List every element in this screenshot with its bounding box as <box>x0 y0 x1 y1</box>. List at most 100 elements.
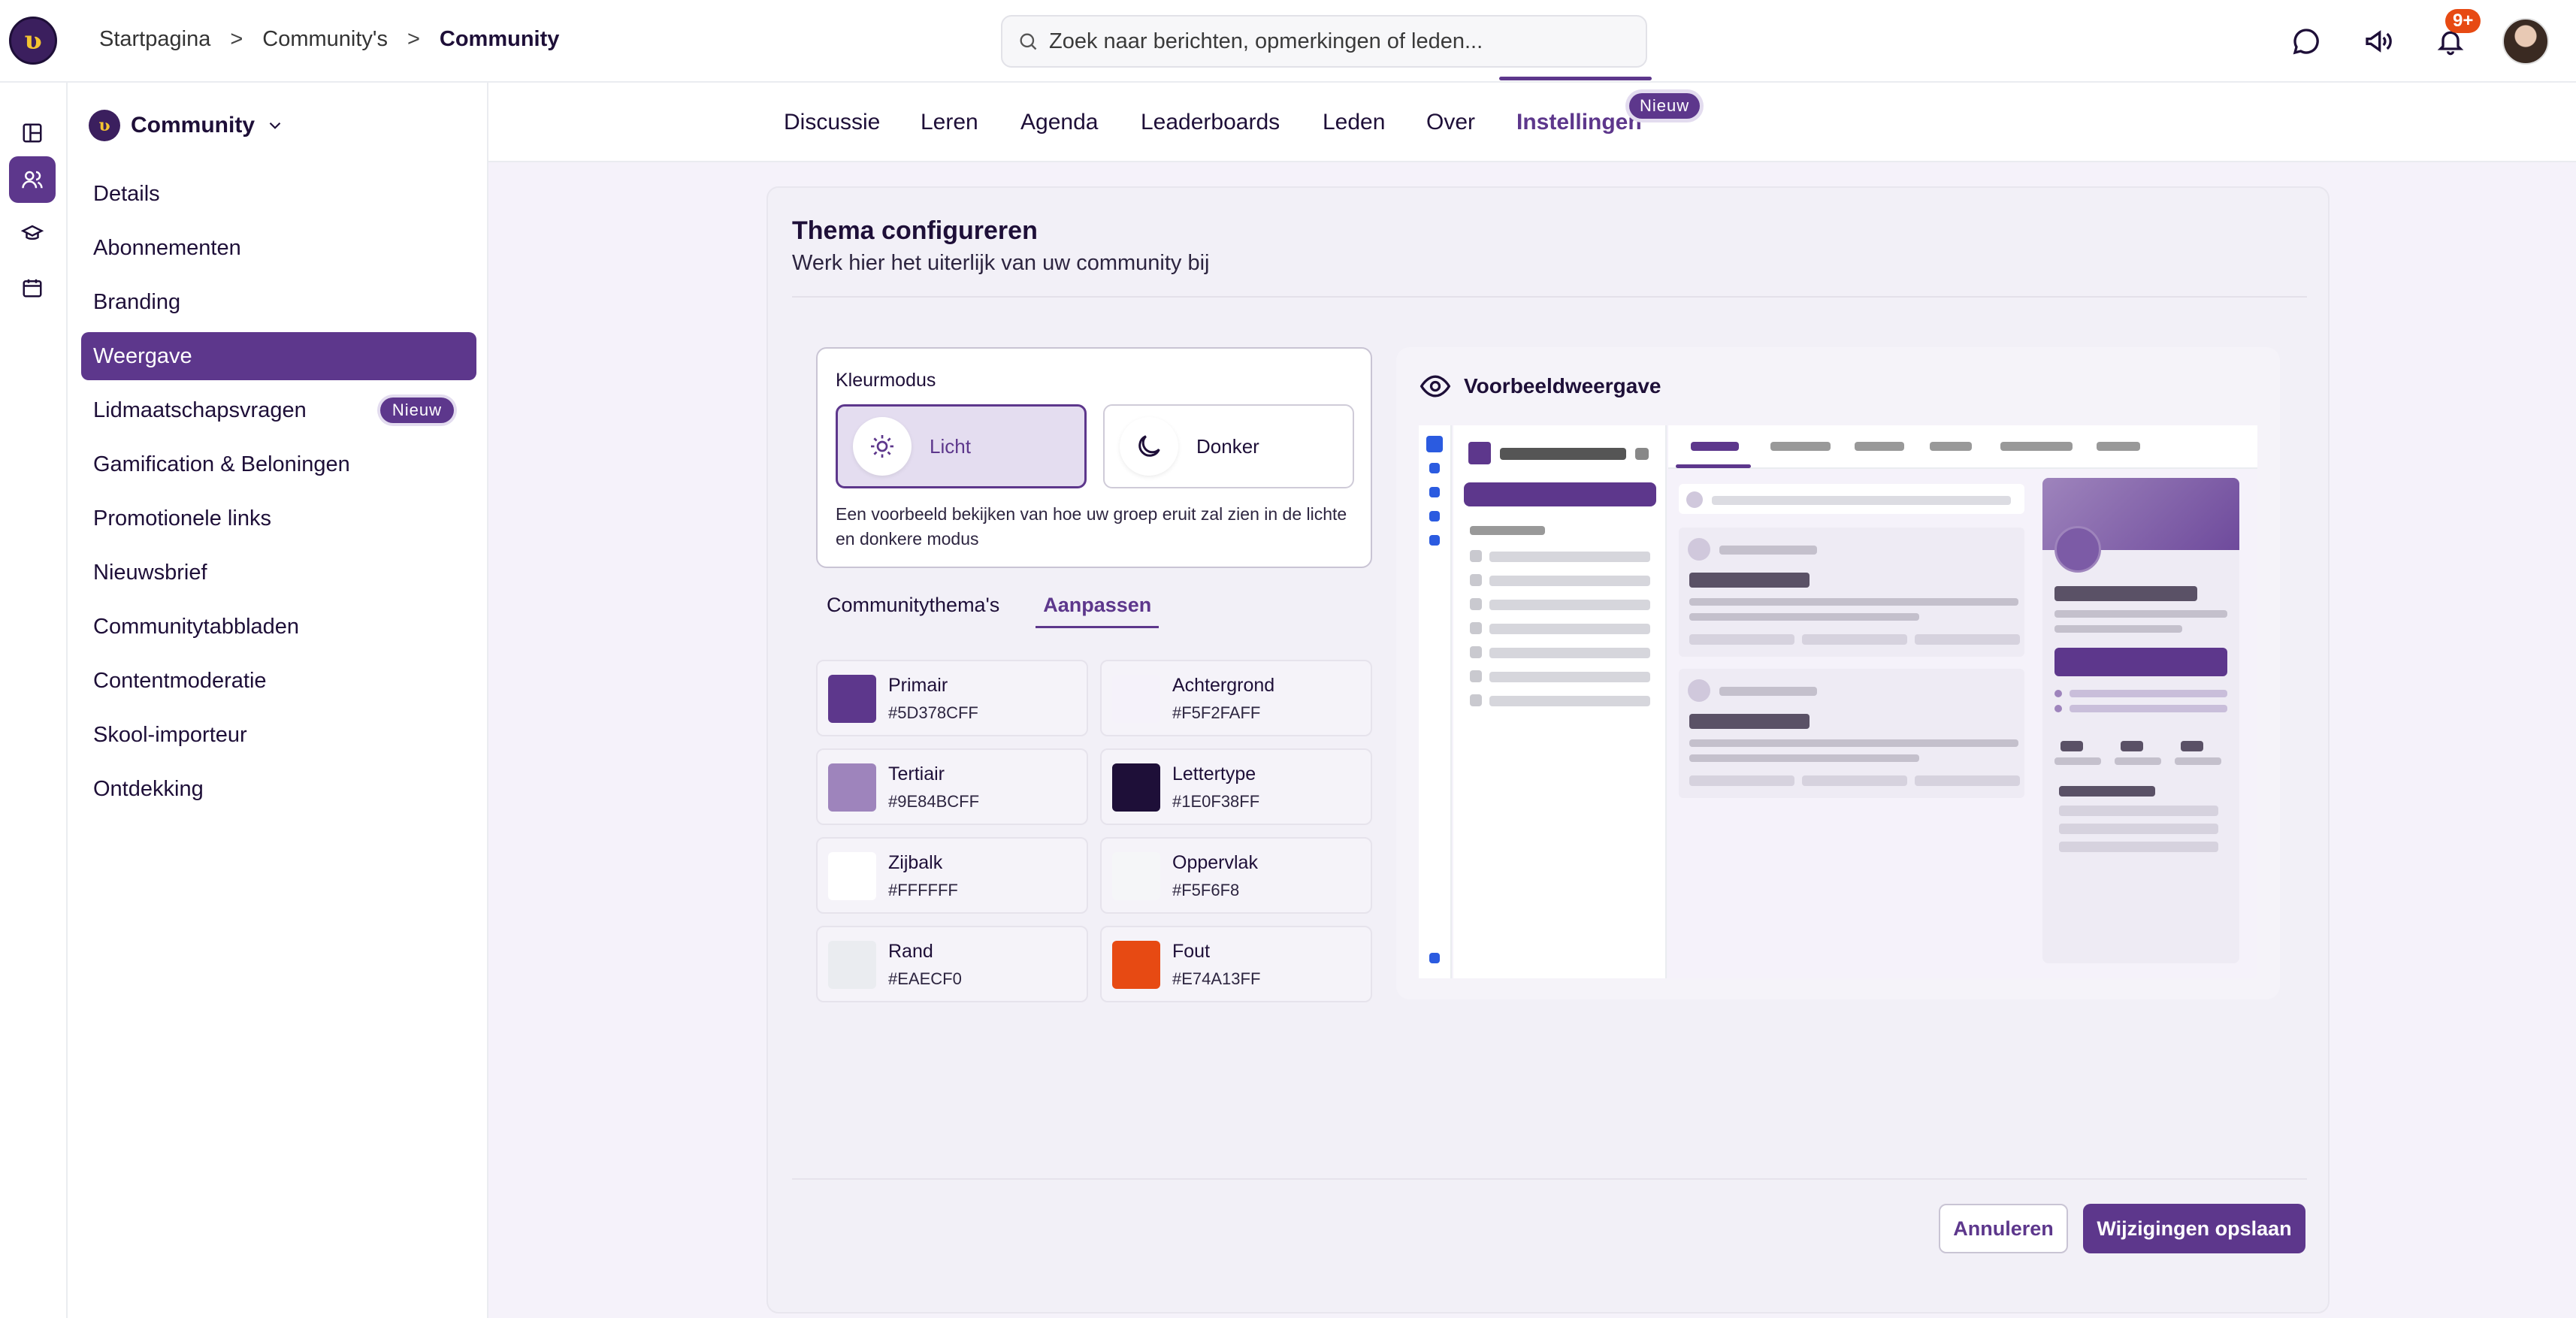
swatch-hex: #F5F6F8 <box>1172 881 1240 899</box>
sidebar-item-communitytabbladen[interactable]: Communitytabbladen <box>81 603 476 651</box>
swatch-surface[interactable]: Oppervlak #F5F6F8 <box>1100 837 1372 914</box>
cancel-button[interactable]: Annuleren <box>1939 1204 2068 1253</box>
chat-icon[interactable] <box>2287 23 2325 60</box>
graduation-cap-icon[interactable] <box>9 210 56 257</box>
community-tabs: Discussie Leren Agenda Leaderboards Lede… <box>488 83 2576 162</box>
sidebar-item-contentmoderatie[interactable]: Contentmoderatie <box>81 657 476 705</box>
breadcrumb-separator: > <box>407 27 420 51</box>
color-chip <box>828 941 876 989</box>
breadcrumb-home[interactable]: Startpagina <box>99 27 210 52</box>
logo-glyph-icon: ʋ <box>24 26 42 56</box>
new-badge: Nieuw <box>379 398 454 423</box>
users-icon[interactable] <box>9 156 56 203</box>
preview-sidebar <box>1453 425 1667 978</box>
swatch-hex: #EAECF0 <box>888 969 962 988</box>
sidebar-item-details[interactable]: Details <box>81 170 476 218</box>
swatch-primary[interactable]: Primair #5D378CFF <box>816 660 1088 736</box>
swatch-name: Achtergrond <box>1172 675 1275 696</box>
theme-preview: Voorbeeldweergave <box>1396 347 2280 999</box>
theme-card: Thema configureren Werk hier het uiterli… <box>766 186 2330 1313</box>
color-mode-box: Kleurmodus Licht Donker Een voorbeeld be… <box>816 347 1372 568</box>
swatch-name: Fout <box>1172 941 1211 962</box>
tab-leden[interactable]: Leden <box>1323 110 1385 135</box>
swatch-background[interactable]: Achtergrond #F5F2FAFF <box>1100 660 1372 736</box>
swatch-font[interactable]: Lettertype #1E0F38FF <box>1100 748 1372 825</box>
page-title: Thema configureren <box>792 216 1038 245</box>
community-name: Community <box>131 113 255 138</box>
swatch-name: Lettertype <box>1172 763 1256 784</box>
preview-composer <box>1679 484 2024 514</box>
megaphone-icon[interactable] <box>2360 23 2397 60</box>
dark-mode-button[interactable]: Donker <box>1103 404 1354 488</box>
color-chip <box>1112 852 1160 900</box>
color-chip <box>1112 941 1160 989</box>
dashboard-icon[interactable] <box>9 110 56 156</box>
preview-title: Voorbeeldweergave <box>1464 374 1661 398</box>
color-chip <box>828 763 876 812</box>
sidebar-item-abonnementen[interactable]: Abonnementen <box>81 224 476 272</box>
subtab-customize[interactable]: Aanpassen <box>1036 594 1160 628</box>
chevron-down-icon <box>269 122 281 129</box>
swatch-tertiary[interactable]: Tertiair #9E84BCFF <box>816 748 1088 825</box>
preview-post <box>1679 528 2024 657</box>
swatch-name: Rand <box>888 941 933 962</box>
sidebar-item-weergave[interactable]: Weergave <box>81 332 476 380</box>
swatch-error[interactable]: Fout #E74A13FF <box>1100 926 1372 1002</box>
tab-leaderboards[interactable]: Leaderboards <box>1141 110 1280 135</box>
search-input[interactable] <box>1049 29 1620 54</box>
preview-mock-app <box>1419 425 2257 978</box>
light-mode-label: Licht <box>930 434 971 458</box>
swatch-hex: #1E0F38FF <box>1172 792 1260 811</box>
tab-agenda[interactable]: Agenda <box>1020 110 1098 135</box>
community-switcher[interactable]: ʋ Community <box>89 110 285 141</box>
swatch-hex: #E74A13FF <box>1172 969 1261 988</box>
community-mini-logo: ʋ <box>89 110 120 141</box>
swatch-name: Primair <box>888 675 948 696</box>
tab-instellingen[interactable]: Instellingen <box>1516 110 1642 135</box>
moon-icon <box>1120 417 1178 476</box>
theme-subtabs: Communitythema's Aanpassen <box>827 594 1160 628</box>
breadcrumb-parent[interactable]: Community's <box>262 27 388 52</box>
swatch-name: Tertiair <box>888 763 945 784</box>
sidebar-item-nieuwsbrief[interactable]: Nieuwsbrief <box>81 549 476 597</box>
swatch-hex: #9E84BCFF <box>888 792 980 811</box>
sidebar-item-branding[interactable]: Branding <box>81 278 476 326</box>
sidebar-item-ontdekking[interactable]: Ontdekking <box>81 765 476 813</box>
preview-post <box>1679 669 2024 798</box>
preview-widget <box>2042 478 2239 963</box>
footer-divider <box>792 1178 2307 1180</box>
sidebar-item-skool-importeur[interactable]: Skool-importeur <box>81 711 476 759</box>
avatar[interactable] <box>2502 18 2549 65</box>
sidebar-item-gamification[interactable]: Gamification & Beloningen <box>81 440 476 488</box>
tab-leren[interactable]: Leren <box>921 110 978 135</box>
sidebar-item-promotionele-links[interactable]: Promotionele links <box>81 494 476 543</box>
search-icon <box>1020 33 1037 50</box>
swatch-border[interactable]: Rand #EAECF0 <box>816 926 1088 1002</box>
save-button[interactable]: Wijzigingen opslaan <box>2083 1204 2305 1253</box>
preview-header: Voorbeeldweergave <box>1419 370 1661 403</box>
swatch-hex: #F5F2FAFF <box>1172 703 1261 722</box>
color-chip <box>828 852 876 900</box>
eye-icon <box>1420 375 1451 398</box>
community-logo[interactable]: ʋ <box>9 17 57 65</box>
divider <box>792 296 2307 298</box>
dark-mode-label: Donker <box>1196 434 1259 458</box>
calendar-icon[interactable] <box>9 265 56 311</box>
color-chip <box>1112 763 1160 812</box>
tab-over[interactable]: Over <box>1426 110 1475 135</box>
swatch-name: Zijbalk <box>888 852 943 873</box>
light-mode-button[interactable]: Licht <box>836 404 1087 488</box>
sidebar-item-lidmaatschapsvragen[interactable]: Lidmaatschapsvragen Nieuw <box>81 386 476 434</box>
search-bar[interactable] <box>1001 15 1647 68</box>
active-tab-indicator <box>1499 77 1652 80</box>
swatch-sidebar[interactable]: Zijbalk #FFFFFF <box>816 837 1088 914</box>
tab-discussie[interactable]: Discussie <box>784 110 880 135</box>
color-chip <box>828 675 876 723</box>
settings-nav: Details Abonnementen Branding Weergave L… <box>81 170 476 819</box>
subtab-community-themes[interactable]: Communitythema's <box>827 594 1007 628</box>
preview-rail <box>1419 425 1452 978</box>
icon-rail <box>0 83 68 1318</box>
sun-icon <box>853 417 912 476</box>
settings-sidebar: ʋ Community Details Abonnementen Brandin… <box>68 83 488 1318</box>
page-subtitle: Werk hier het uiterlijk van uw community… <box>792 251 1210 275</box>
